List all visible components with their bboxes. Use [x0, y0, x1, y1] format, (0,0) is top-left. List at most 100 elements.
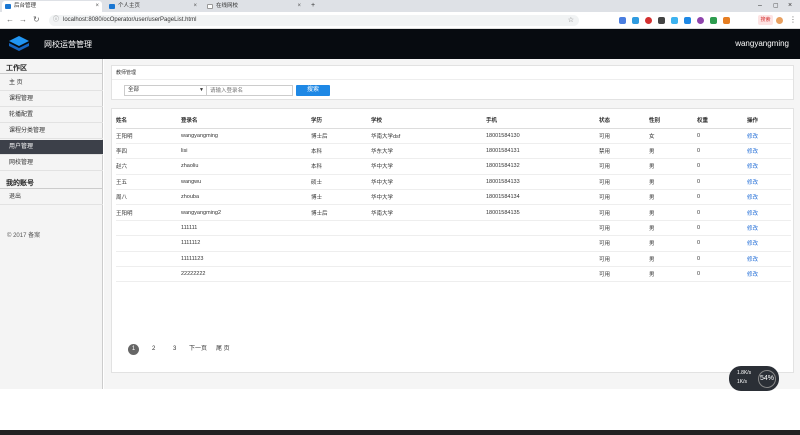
table-row: 赵六 zhaoliu 本科 华中大学 18001584132 可用男 0 修改	[116, 158, 791, 175]
edit-link[interactable]: 修改	[747, 128, 791, 144]
tab-label: 在线网校	[216, 3, 239, 9]
page-3[interactable]: 3	[173, 344, 176, 355]
search-button[interactable]: 搜索	[296, 85, 330, 96]
forward-icon[interactable]: →	[19, 15, 27, 25]
ext-icon[interactable]	[658, 17, 665, 24]
table-cell: 111111	[181, 220, 311, 237]
reload-icon[interactable]: ↻	[33, 15, 40, 25]
browser-tab-school[interactable]: 在线网校 ×	[204, 1, 304, 12]
table-cell	[371, 266, 486, 283]
column-header: 性别	[649, 112, 697, 129]
close-tab-icon[interactable]: ×	[297, 1, 301, 12]
status-select[interactable]: 全部 ▼	[124, 85, 208, 96]
table-cell: 华中大学	[371, 174, 486, 191]
edit-link[interactable]: 修改	[747, 158, 791, 175]
column-header: 状态	[599, 112, 649, 129]
last-page-link[interactable]: 尾 页	[216, 344, 230, 355]
ext-icon[interactable]	[710, 17, 717, 24]
profile-avatar-icon[interactable]	[776, 17, 783, 24]
sidebar-item-home[interactable]: 主 页	[0, 76, 103, 91]
ext-icon[interactable]	[697, 17, 704, 24]
maximize-icon[interactable]: ▢	[773, 0, 779, 12]
table-panel: 姓名 登录名 学历 学校 手机 状态 性别 权重 操作 王阳明 wangyangming 博士后 华南…	[111, 108, 794, 373]
ext-icon[interactable]	[632, 17, 639, 24]
table-cell: 王阳明	[116, 128, 181, 144]
edit-link[interactable]: 修改	[747, 204, 791, 221]
table-cell	[311, 266, 371, 283]
table-cell: 王阳明	[116, 204, 181, 221]
browser-tab-profile[interactable]: 个人主页 ×	[106, 1, 200, 12]
bookmark-star-icon[interactable]: ☆	[568, 15, 574, 26]
upload-speed: 1.8K/s	[737, 370, 752, 376]
table-cell: 0	[697, 174, 747, 191]
table-cell: 可用	[599, 220, 649, 237]
app-title: 网校运营管理	[44, 40, 92, 49]
table-cell	[486, 266, 599, 283]
translate-ext-icon[interactable]	[619, 17, 626, 24]
table-row: 李四 lisi 本科 华东大学 18001584131 禁用男 0 修改	[116, 143, 791, 160]
table-cell: 男	[649, 251, 697, 268]
current-user[interactable]: wangyangming	[735, 39, 789, 48]
edit-link[interactable]: 修改	[747, 235, 791, 252]
edit-link[interactable]: 修改	[747, 189, 791, 206]
info-icon[interactable]: ⓘ	[53, 15, 59, 26]
sidebar-item-logout[interactable]: 退出	[0, 190, 103, 205]
close-tab-icon[interactable]: ×	[95, 1, 99, 12]
table-cell: 王五	[116, 174, 181, 191]
url-input[interactable]: ⓘ localhost:8080/ocOperator/user/userPag…	[49, 15, 579, 26]
search-input[interactable]	[206, 85, 293, 96]
table-cell	[116, 251, 181, 268]
sidebar-item-schools[interactable]: 网校管理	[0, 156, 103, 171]
new-tab-button[interactable]: +	[311, 0, 315, 12]
minimize-icon[interactable]: –	[758, 0, 762, 12]
table-cell: 1111112	[181, 235, 311, 252]
edit-link[interactable]: 修改	[747, 251, 791, 268]
table-cell	[371, 251, 486, 268]
table-cell: 博士后	[311, 204, 371, 221]
table-cell: 博士	[311, 189, 371, 206]
browser-tab-admin[interactable]: 后台管理 ×	[2, 1, 102, 12]
edit-link[interactable]: 修改	[747, 266, 791, 283]
edit-link[interactable]: 修改	[747, 174, 791, 191]
sidebar-item-users[interactable]: 用户管理	[0, 140, 103, 155]
table-cell	[311, 220, 371, 237]
window-close-icon[interactable]: ×	[788, 0, 792, 12]
ext-badge[interactable]: 搜索	[758, 15, 773, 25]
table-cell: wangwu	[181, 174, 311, 191]
adblock-ext-icon[interactable]	[645, 17, 652, 24]
table-cell: 18001584131	[486, 143, 599, 160]
table-cell: 0	[697, 158, 747, 175]
table-cell: 华南大学dsf	[371, 128, 486, 144]
edit-link[interactable]: 修改	[747, 220, 791, 237]
table-cell: 可用	[599, 158, 649, 175]
browser-menu-icon[interactable]: ⋮	[789, 15, 797, 25]
ext-icon[interactable]	[684, 17, 691, 24]
url-text: localhost:8080/ocOperator/user/userPageL…	[63, 17, 197, 23]
table-cell: 华中大学	[371, 158, 486, 175]
back-icon[interactable]: ←	[6, 15, 14, 25]
table-row: 王阳明 wangyangming 博士后 华南大学dsf 18001584130 可用女 0…	[116, 128, 791, 144]
next-page-link[interactable]: 下一页	[189, 344, 207, 355]
table-row: 王五 wangwu 硕士 华中大学 18001584133 可用男 0 修改	[116, 174, 791, 191]
sidebar-item-carousel[interactable]: 轮播配置	[0, 108, 103, 123]
ext-icon[interactable]	[671, 17, 678, 24]
table-cell: wangyangming	[181, 128, 311, 144]
edit-link[interactable]: 修改	[747, 143, 791, 160]
table-cell	[116, 266, 181, 283]
app-header: 网校运营管理 wangyangming	[0, 29, 800, 59]
table-cell: 可用	[599, 128, 649, 144]
page-2[interactable]: 2	[152, 344, 155, 355]
table-cell: 0	[697, 128, 747, 144]
sidebar-item-courses[interactable]: 课程管理	[0, 92, 103, 107]
network-speed-widget[interactable]: 1.8K/s 1K/s 54%	[729, 366, 779, 391]
close-tab-icon[interactable]: ×	[193, 1, 197, 12]
table-cell: 男	[649, 204, 697, 221]
ext-icon[interactable]	[723, 17, 730, 24]
page-1[interactable]: 1	[128, 344, 139, 355]
tab-label: 后台管理	[14, 3, 37, 9]
table-cell: 男	[649, 143, 697, 160]
sidebar-item-categories[interactable]: 课程分类管理	[0, 124, 103, 139]
table-row: 1111112 可用男 0 修改	[116, 235, 791, 252]
table-cell: 0	[697, 204, 747, 221]
sidebar-section-account: 我的账号	[6, 180, 34, 187]
